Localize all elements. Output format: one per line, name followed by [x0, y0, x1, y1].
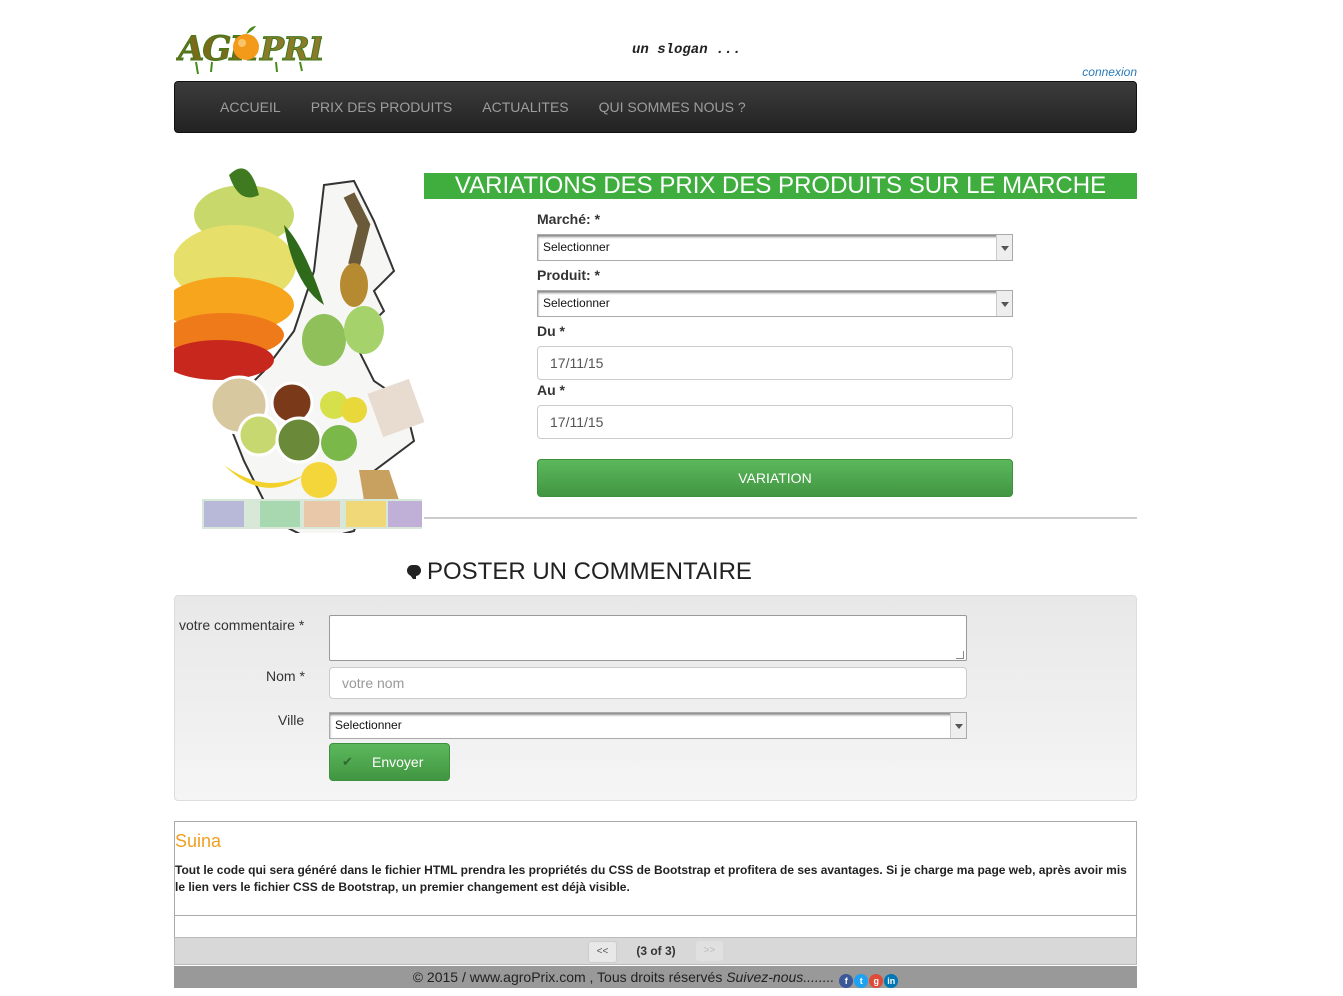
nom-placeholder: votre nom: [342, 675, 405, 691]
du-label: Du *: [537, 323, 565, 339]
comment-card: Suina Tout le code qui sera généré dans …: [174, 821, 1137, 938]
pager-prev-button[interactable]: <<: [588, 941, 617, 963]
comment-text: Tout le code qui sera généré dans le fic…: [175, 863, 1127, 894]
nav-item-prix-des-produits[interactable]: PRIX DES PRODUITS: [296, 82, 468, 132]
marche-select[interactable]: Selectionner: [537, 234, 1013, 261]
au-date-value: 17/11/15: [550, 414, 604, 430]
nav-item-accueil[interactable]: ACCUEIL: [205, 82, 296, 132]
svg-text:PRIX: PRIX: [259, 30, 322, 68]
ville-label: Ville: [278, 712, 305, 728]
pager-status: (3 of 3): [636, 944, 676, 958]
commentaire-label: votre commentaire *: [179, 617, 305, 633]
resize-handle-icon[interactable]: [956, 651, 964, 659]
linkedin-icon[interactable]: in: [884, 974, 899, 988]
produit-select[interactable]: Selectionner: [537, 290, 1013, 317]
footer: © 2015 / www.agroPrix.com , Tous droits …: [174, 966, 1137, 988]
check-icon: ✔: [342, 754, 353, 769]
comment-divider: [175, 915, 1136, 916]
variation-button[interactable]: VARIATION: [537, 459, 1013, 497]
fruits-map-collage-image: [174, 168, 424, 533]
du-date-value: 17/11/15: [550, 355, 604, 371]
marche-label: Marché: *: [537, 211, 601, 227]
au-label: Au *: [537, 382, 565, 398]
google-plus-icon[interactable]: g: [869, 974, 884, 988]
chevron-down-icon[interactable]: [996, 291, 1012, 316]
chevron-down-icon[interactable]: [996, 235, 1012, 260]
du-date-input[interactable]: 17/11/15: [537, 346, 1013, 380]
nom-input[interactable]: votre nom: [329, 667, 967, 699]
footer-copyright: © 2015 / www.agroPrix.com , Tous droits …: [412, 969, 727, 985]
au-date-input[interactable]: 17/11/15: [537, 405, 1013, 439]
envoyer-label: Envoyer: [372, 754, 424, 770]
comments-pager: << (3 of 3) >>: [174, 937, 1137, 965]
section-divider: [424, 517, 1137, 519]
main-navbar: ACCUEIL PRIX DES PRODUITS ACTUALITES QUI…: [174, 81, 1137, 133]
footer-follow-text: Suivez-nous........: [726, 969, 835, 985]
comment-title-text: POSTER UN COMMENTAIRE: [427, 558, 752, 585]
connexion-link[interactable]: connexion: [1082, 65, 1137, 79]
slogan: un slogan ...: [632, 42, 742, 58]
nav-item-actualites[interactable]: ACTUALITES: [467, 82, 583, 132]
envoyer-button[interactable]: ✔ Envoyer: [329, 743, 450, 781]
agroprix-logo[interactable]: AGR PRIX: [176, 18, 322, 76]
ville-select-value: Selectionner: [335, 718, 402, 732]
produit-label: Produit: *: [537, 267, 600, 283]
chevron-down-icon[interactable]: [950, 713, 966, 738]
pager-next-button[interactable]: >>: [696, 941, 723, 961]
facebook-icon[interactable]: f: [839, 974, 854, 988]
ville-select[interactable]: Selectionner: [329, 712, 967, 739]
twitter-icon[interactable]: t: [854, 974, 869, 988]
comment-bubble-icon: [407, 565, 421, 579]
variation-section-title: VARIATIONS DES PRIX DES PRODUITS SUR LE …: [424, 173, 1137, 199]
marche-select-value: Selectionner: [543, 240, 610, 254]
produit-select-value: Selectionner: [543, 296, 610, 310]
nav-item-qui-sommes-nous[interactable]: QUI SOMMES NOUS ?: [584, 82, 761, 132]
nom-label: Nom *: [266, 668, 305, 684]
commentaire-textarea[interactable]: [329, 615, 967, 661]
comment-section-title: POSTER UN COMMENTAIRE: [407, 558, 752, 586]
comment-author: Suina: [175, 831, 222, 851]
